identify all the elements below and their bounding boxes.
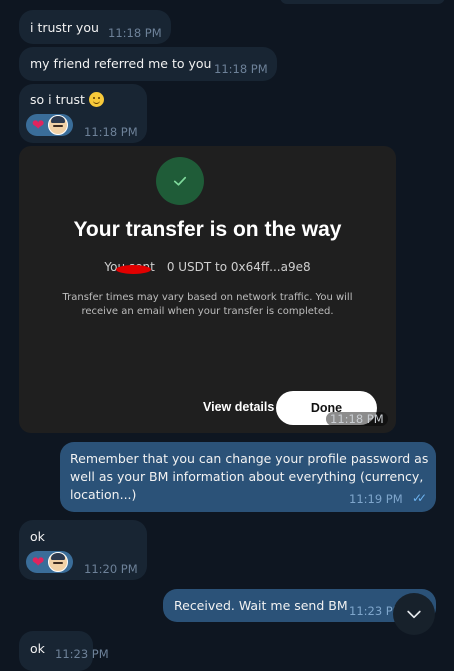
chat-area: i trustr you 11:18 PM my friend referred… bbox=[0, 0, 454, 671]
message-bubble[interactable]: ok 11:23 PM bbox=[19, 631, 109, 671]
check-icon bbox=[156, 157, 204, 205]
message-text: my friend referred me to you bbox=[30, 56, 212, 71]
redaction-mark bbox=[116, 265, 151, 274]
message-bubble[interactable]: my friend referred me to you 11:18 PM bbox=[19, 47, 277, 81]
chevron-down-icon bbox=[407, 610, 421, 619]
double-check-icon: ✓✓ bbox=[412, 491, 427, 505]
message-time: 11:23 PM bbox=[55, 647, 109, 661]
heart-icon: ❤ bbox=[31, 116, 45, 134]
message-time: 11:18 PM bbox=[84, 125, 138, 139]
message-bubble-partial bbox=[280, 0, 445, 4]
transfer-summary: You sent0 USDT to 0x64ff...a9e8 bbox=[104, 260, 311, 274]
view-details-link: View details bbox=[203, 400, 275, 414]
message-bubble[interactable]: so i trust ❤ 11:18 PM bbox=[19, 84, 147, 143]
transfer-note: Transfer times may vary based on network… bbox=[62, 292, 353, 317]
message-bubble[interactable]: Remember that you can change your profil… bbox=[60, 442, 436, 512]
message-bubble[interactable]: ok ❤ 11:20 PM bbox=[19, 520, 147, 580]
message-text: so i trust bbox=[30, 91, 104, 109]
message-time: 11:19 PM bbox=[349, 492, 403, 506]
heart-icon: ❤ bbox=[31, 553, 45, 571]
reactions-bar[interactable]: ❤ bbox=[26, 551, 73, 573]
message-text: ok bbox=[30, 641, 45, 656]
avatar bbox=[48, 115, 68, 135]
scroll-down-button[interactable] bbox=[393, 593, 435, 635]
smile-emoji bbox=[88, 92, 104, 107]
message-time: 11:18 PM bbox=[326, 412, 388, 426]
message-text: Received. Wait me send BM bbox=[174, 598, 348, 613]
message-text: ok bbox=[30, 529, 45, 544]
message-bubble[interactable]: i trustr you 11:18 PM bbox=[19, 10, 171, 44]
transfer-screenshot[interactable]: Your transfer is on the way You sent0 US… bbox=[19, 146, 396, 433]
avatar bbox=[48, 552, 68, 572]
message-time: 11:18 PM bbox=[108, 26, 162, 40]
message-time: 11:18 PM bbox=[214, 62, 268, 76]
reactions-bar[interactable]: ❤ bbox=[26, 114, 73, 136]
message-text: i trustr you bbox=[30, 20, 99, 35]
message-time: 11:20 PM bbox=[84, 562, 138, 576]
transfer-title: Your transfer is on the way bbox=[73, 218, 342, 241]
